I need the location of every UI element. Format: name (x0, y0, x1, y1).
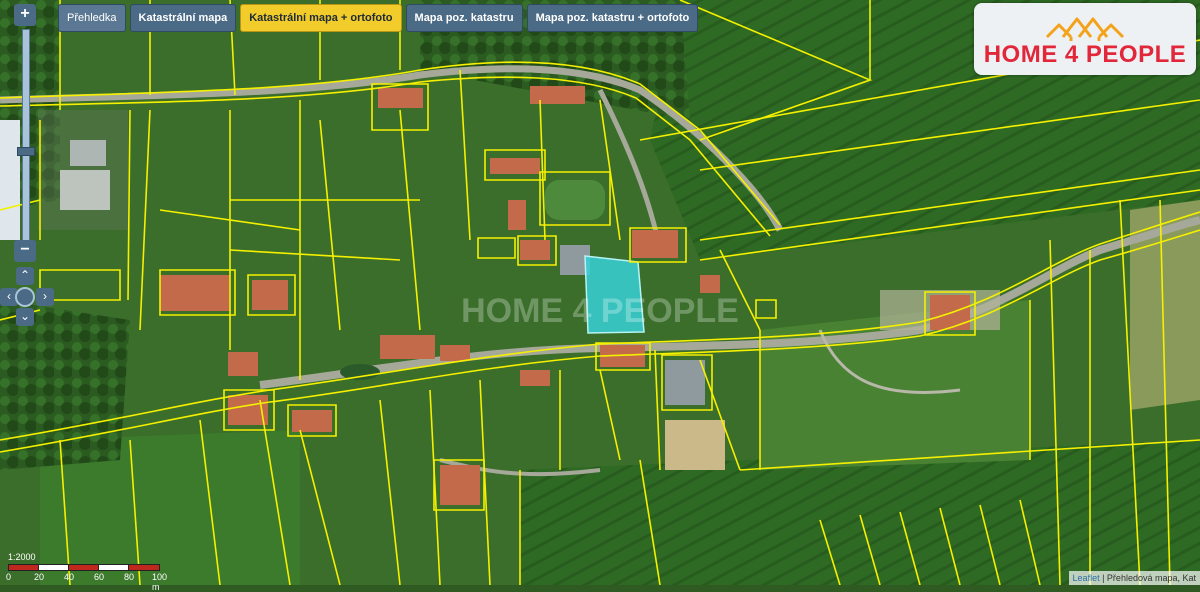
pan-right-button[interactable]: › (36, 288, 54, 306)
scale-label: 0 (6, 572, 12, 582)
zoom-out-button[interactable]: − (14, 240, 36, 262)
brand-logo: HOME 4 PEOPLE (974, 3, 1196, 75)
attribution-text: | Přehledová mapa, Kat (1102, 573, 1196, 583)
watermark-text: HOME 4 PEOPLE (461, 292, 739, 330)
scale-bar: 1:2000 0 20 40 60 80 100 m (4, 552, 174, 592)
map-attribution: Leaflet | Přehledová mapa, Kat (1068, 571, 1200, 585)
scale-label: 40 (64, 572, 75, 582)
zoom-slider-handle[interactable] (17, 147, 35, 156)
pan-down-button[interactable]: ⌄ (16, 308, 34, 326)
zoom-slider-track[interactable] (22, 29, 30, 243)
tab-prehledka[interactable]: Přehledka (58, 4, 126, 32)
logo-text: HOME 4 PEOPLE (983, 41, 1187, 68)
tab-katastralni-mapa-ortofoto[interactable]: Katastrální mapa + ortofoto (240, 4, 402, 32)
garden-plot (545, 180, 605, 220)
layer-tabs: Přehledka Katastrální mapa Katastrální m… (58, 4, 699, 32)
scale-label: 80 (124, 572, 135, 582)
scale-label: 20 (34, 572, 45, 582)
pan-up-button[interactable]: ⌃ (16, 267, 34, 285)
map-view[interactable]: HOME 4 PEOPLE (0, 0, 1200, 585)
zoom-in-button[interactable]: + (14, 4, 36, 26)
scale-ratio: 1:2000 (8, 552, 36, 562)
yard (665, 420, 725, 470)
tab-katastralni-mapa[interactable]: Katastrální mapa (129, 4, 237, 32)
leaflet-link[interactable]: Leaflet (1073, 573, 1100, 583)
scale-label: 60 (94, 572, 105, 582)
barn-roof (665, 360, 705, 405)
scale-label: 100 m (152, 572, 168, 592)
house-icon (1045, 17, 1125, 41)
warehouse-roof (0, 120, 20, 240)
tab-mapa-poz-katastru[interactable]: Mapa poz. katastru (405, 4, 523, 32)
pan-center-icon[interactable] (15, 287, 35, 307)
tab-mapa-poz-katastru-ortofoto[interactable]: Mapa poz. katastru + ortofoto (526, 4, 699, 32)
